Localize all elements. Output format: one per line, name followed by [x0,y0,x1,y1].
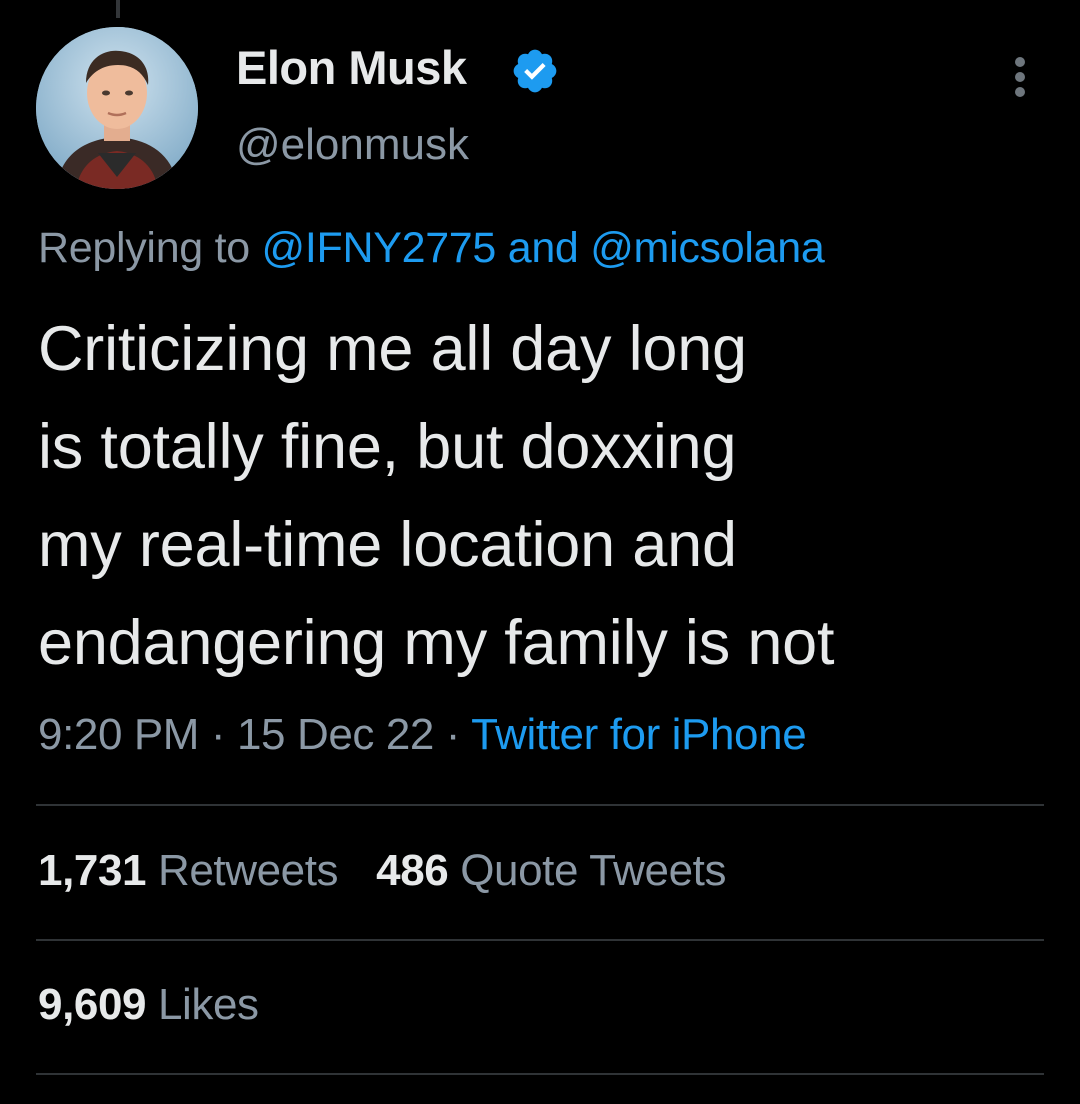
replying-prefix: Replying to [38,224,250,272]
engagement-stats-row: 1,731 Retweets 486 Quote Tweets [38,846,764,896]
tweet-text: Criticizing me all day long is totally f… [38,300,1048,692]
divider [36,939,1044,941]
tweet-text-line: endangering my family is not [38,608,835,678]
thread-connector-line [116,0,120,18]
retweets-label: Retweets [157,846,339,895]
author-display-name[interactable]: Elon Musk [236,40,467,95]
divider [36,1073,1044,1075]
mention-link-ifny2775[interactable]: @IFNY2775 [261,224,496,272]
tweet-date[interactable]: 15 Dec 22 [237,710,434,759]
tweet-meta: 9:20 PM · 15 Dec 22 · Twitter for iPhone [38,710,807,760]
verified-badge-icon [513,49,557,93]
quote-tweets-label: Quote Tweets [460,846,727,895]
replying-conjunction: and [507,224,579,272]
avatar-image [36,27,198,189]
tweet-text-line: my real-time location and [38,510,737,580]
likes-stat[interactable]: 9,609 Likes [38,980,259,1029]
tweet-time[interactable]: 9:20 PM [38,710,199,759]
retweets-count: 1,731 [38,846,147,895]
quote-tweets-count: 486 [376,846,449,895]
author-handle[interactable]: @elonmusk [236,120,469,170]
tweet-text-line: Criticizing me all day long [38,314,747,384]
tweet-text-line: is totally fine, but doxxing [38,412,737,482]
mention-link-micsolana[interactable]: @micsolana [590,224,825,272]
tweet-source-link[interactable]: Twitter for iPhone [471,710,807,759]
likes-label: Likes [157,980,259,1029]
avatar[interactable] [36,27,198,189]
meta-separator: · [210,710,226,759]
quote-tweets-stat[interactable]: 486 Quote Tweets [376,846,726,895]
tweet-detail: Elon Musk @elonmusk Replying to @IFNY277… [0,0,1080,1104]
divider [36,804,1044,806]
replying-to-line: Replying to @IFNY2775 and @micsolana [38,224,825,273]
retweets-stat[interactable]: 1,731 Retweets [38,846,339,895]
likes-stats-row: 9,609 Likes [38,980,297,1030]
more-options-icon[interactable] [1002,54,1038,100]
likes-count: 9,609 [38,980,147,1029]
meta-separator: · [445,710,461,759]
